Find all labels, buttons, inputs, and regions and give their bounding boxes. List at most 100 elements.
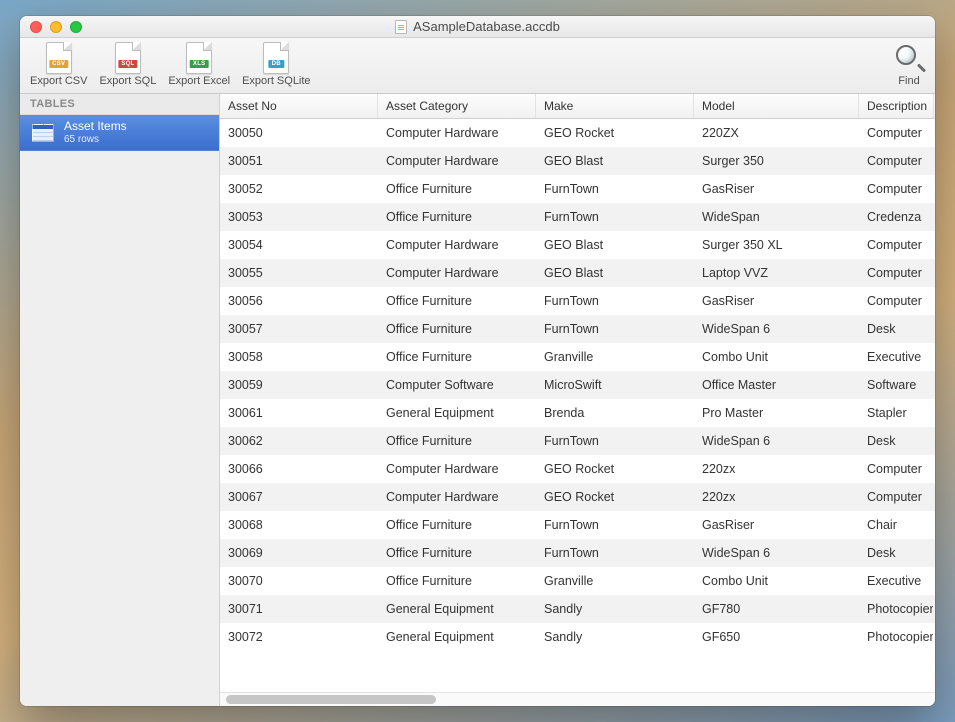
table-row[interactable]: 30069Office FurnitureFurnTownWideSpan 6D… [220, 539, 935, 567]
table-cell: Computer Software [378, 371, 536, 399]
table-cell: Office Furniture [378, 343, 536, 371]
column-header[interactable]: Description [859, 94, 934, 118]
table-cell: 30071 [220, 595, 378, 623]
table-cell: 30052 [220, 175, 378, 203]
table-row[interactable]: 30070Office FurnitureGranvilleCombo Unit… [220, 567, 935, 595]
column-header[interactable]: Asset Category [378, 94, 536, 118]
table-cell: Office Master [694, 371, 859, 399]
table-cell: Executive [859, 567, 934, 595]
table-cell: 30053 [220, 203, 378, 231]
table-row[interactable]: 30055Computer HardwareGEO BlastLaptop VV… [220, 259, 935, 287]
horizontal-scrollbar[interactable] [220, 692, 935, 706]
table-icon [32, 124, 54, 142]
table-cell: Computer [859, 259, 934, 287]
table-header: Asset No Asset Category Make Model Descr… [220, 94, 935, 119]
titlebar[interactable]: ASampleDatabase.accdb [20, 16, 935, 38]
table-cell: Granville [536, 343, 694, 371]
table-cell: Office Furniture [378, 427, 536, 455]
sidebar: TABLES Asset Items 65 rows [20, 94, 220, 706]
document-icon [395, 20, 407, 34]
table-row[interactable]: 30058Office FurnitureGranvilleCombo Unit… [220, 343, 935, 371]
table-cell: WideSpan 6 [694, 539, 859, 567]
table-cell: Photocopier [859, 595, 934, 623]
table-cell: Chair [859, 511, 934, 539]
table-cell: Combo Unit [694, 343, 859, 371]
table-cell: Stapler [859, 399, 934, 427]
table-row[interactable]: 30071General EquipmentSandlyGF780Photoco… [220, 595, 935, 623]
table-cell: 220ZX [694, 119, 859, 147]
table-row[interactable]: 30054Computer HardwareGEO BlastSurger 35… [220, 231, 935, 259]
column-header[interactable]: Asset No [220, 94, 378, 118]
table-cell: 30062 [220, 427, 378, 455]
sidebar-item-rowcount: 65 rows [64, 134, 127, 146]
table-row[interactable]: 30068Office FurnitureFurnTownGasRiserCha… [220, 511, 935, 539]
xls-file-icon: XLS [186, 42, 212, 74]
table-cell: GEO Rocket [536, 455, 694, 483]
table-cell: 220zx [694, 483, 859, 511]
export-sqlite-button[interactable]: DB Export SQLite [238, 39, 314, 89]
table-cell: Desk [859, 315, 934, 343]
table-cell: 30058 [220, 343, 378, 371]
content-area: TABLES Asset Items 65 rows Asset No Asse… [20, 94, 935, 706]
table-cell: FurnTown [536, 287, 694, 315]
table-cell: Office Furniture [378, 315, 536, 343]
table-cell: GasRiser [694, 175, 859, 203]
table-cell: FurnTown [536, 175, 694, 203]
table-cell: 30072 [220, 623, 378, 651]
table-cell: 220zx [694, 455, 859, 483]
table-cell: Office Furniture [378, 539, 536, 567]
table-cell: Computer Hardware [378, 231, 536, 259]
table-row[interactable]: 30061General EquipmentBrendaPro MasterSt… [220, 399, 935, 427]
table-cell: 30057 [220, 315, 378, 343]
scrollbar-thumb[interactable] [226, 695, 436, 704]
table-cell: 30068 [220, 511, 378, 539]
table-cell: Computer Hardware [378, 147, 536, 175]
table-cell: Sandly [536, 595, 694, 623]
table-row[interactable]: 30056Office FurnitureFurnTownGasRiserCom… [220, 287, 935, 315]
table-cell: GF780 [694, 595, 859, 623]
table-cell: Office Furniture [378, 511, 536, 539]
table-cell: 30061 [220, 399, 378, 427]
table-cell: GEO Rocket [536, 119, 694, 147]
table-body[interactable]: 30050Computer HardwareGEO Rocket220ZXCom… [220, 119, 935, 692]
toolbar: CSV Export CSV SQL Export SQL XLS Export… [20, 38, 935, 94]
table-row[interactable]: 30059Computer SoftwareMicroSwiftOffice M… [220, 371, 935, 399]
table-row[interactable]: 30052Office FurnitureFurnTownGasRiserCom… [220, 175, 935, 203]
table-cell: Office Furniture [378, 203, 536, 231]
table-cell: 30056 [220, 287, 378, 315]
table-cell: 30067 [220, 483, 378, 511]
export-csv-button[interactable]: CSV Export CSV [26, 39, 91, 89]
column-header[interactable]: Model [694, 94, 859, 118]
column-header[interactable]: Make [536, 94, 694, 118]
export-sql-button[interactable]: SQL Export SQL [95, 39, 160, 89]
table-row[interactable]: 30062Office FurnitureFurnTownWideSpan 6D… [220, 427, 935, 455]
db-file-icon: DB [263, 42, 289, 74]
table-cell: WideSpan 6 [694, 315, 859, 343]
export-sql-label: Export SQL [99, 75, 156, 87]
table-cell: 30059 [220, 371, 378, 399]
table-cell: Laptop VVZ [694, 259, 859, 287]
table-cell: FurnTown [536, 315, 694, 343]
table-row[interactable]: 30050Computer HardwareGEO Rocket220ZXCom… [220, 119, 935, 147]
sidebar-item-label: Asset Items [64, 120, 127, 134]
sidebar-item-asset-items[interactable]: Asset Items 65 rows [20, 115, 219, 151]
table-row[interactable]: 30057Office FurnitureFurnTownWideSpan 6D… [220, 315, 935, 343]
table-cell: 30050 [220, 119, 378, 147]
csv-file-icon: CSV [46, 42, 72, 74]
find-button[interactable]: Find [889, 39, 929, 89]
table-cell: Computer [859, 147, 934, 175]
export-excel-label: Export Excel [168, 75, 230, 87]
table-row[interactable]: 30066Computer HardwareGEO Rocket220zxCom… [220, 455, 935, 483]
table-row[interactable]: 30072General EquipmentSandlyGF650Photoco… [220, 623, 935, 651]
table-cell: Surger 350 XL [694, 231, 859, 259]
table-cell: GEO Blast [536, 147, 694, 175]
window-title-text: ASampleDatabase.accdb [413, 19, 560, 34]
table-row[interactable]: 30051Computer HardwareGEO BlastSurger 35… [220, 147, 935, 175]
table-cell: Computer [859, 231, 934, 259]
table-cell: GEO Rocket [536, 483, 694, 511]
window-title: ASampleDatabase.accdb [20, 19, 935, 34]
search-icon [894, 43, 924, 73]
table-row[interactable]: 30053Office FurnitureFurnTownWideSpanCre… [220, 203, 935, 231]
export-excel-button[interactable]: XLS Export Excel [164, 39, 234, 89]
table-row[interactable]: 30067Computer HardwareGEO Rocket220zxCom… [220, 483, 935, 511]
